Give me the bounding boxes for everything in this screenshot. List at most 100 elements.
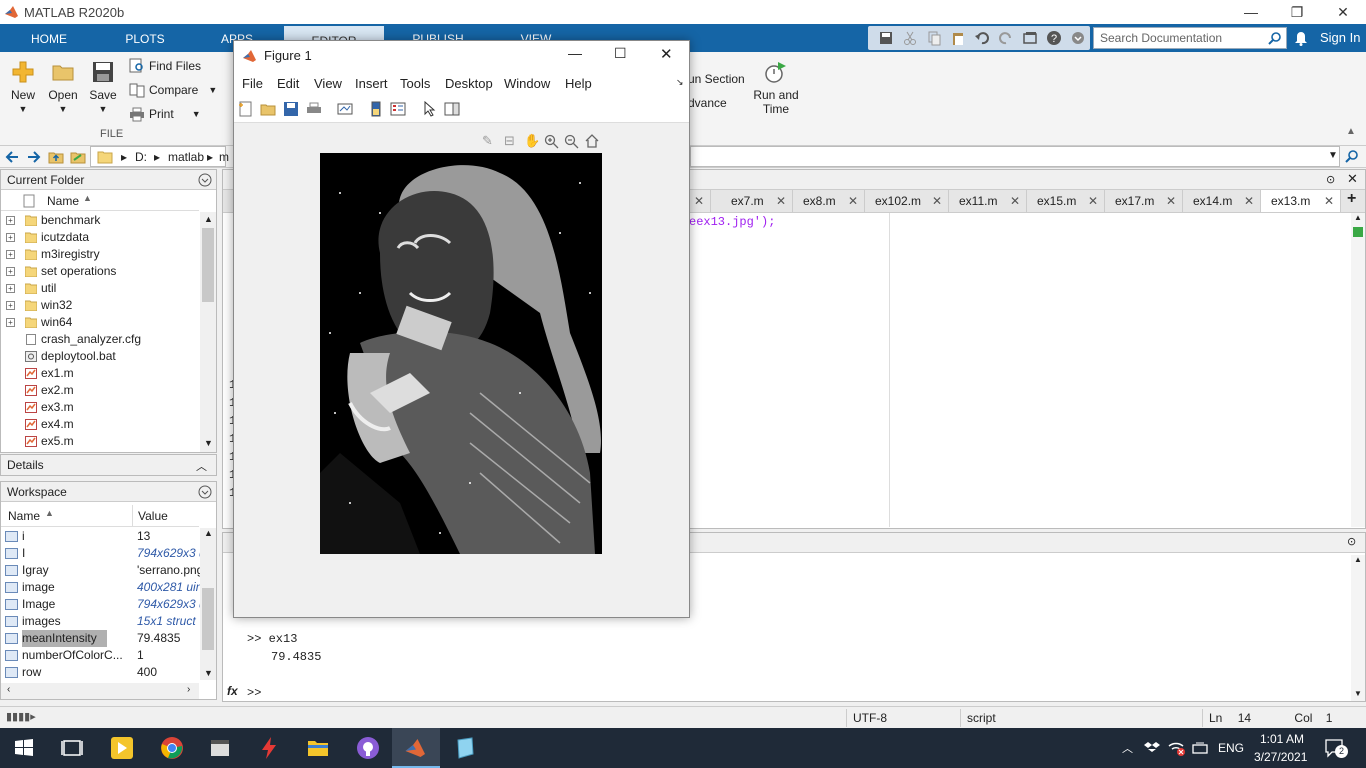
network-disconnected-icon[interactable] [1168,740,1186,756]
close-tab-icon[interactable]: ✕ [694,190,704,212]
scroll-up-icon[interactable]: ▲ [1354,555,1362,564]
tab-ex102[interactable]: ex102.m ✕ [865,190,949,212]
paste-icon[interactable] [950,30,966,46]
folder-list-item[interactable]: + set operations [1,263,199,280]
restore-button[interactable]: ❐ [1274,0,1320,24]
minimize-button[interactable]: — [1228,0,1274,24]
brush-icon[interactable]: ✎ [482,133,493,149]
link-plot-icon[interactable] [337,101,353,117]
expand-icon[interactable]: + [6,284,15,293]
command-scrollbar[interactable]: ▲ ▼ [1351,555,1365,701]
property-editor-icon[interactable] [444,101,460,117]
copy-icon[interactable] [926,30,942,46]
workspace-variable-row[interactable]: I 794x629x3 u [1,545,201,562]
arrow-pointer-icon[interactable] [422,101,438,117]
workspace-variable-row[interactable]: images 15x1 struct [1,613,199,630]
close-tab-icon[interactable]: ✕ [776,190,786,212]
code-line-fragment[interactable]: eex13.jpg'); [689,215,775,229]
flash-app-icon[interactable] [257,736,281,760]
pan-hand-icon[interactable]: ✋ [524,133,540,149]
menu-help[interactable]: Help [565,76,592,91]
status-grip-icon[interactable]: ▮▮▮▮▸ [6,710,36,723]
workspace-variable-row[interactable]: Igray 'serrano.png [1,562,201,579]
chevron-up-icon[interactable]: ︿ [1122,740,1133,756]
search-icon[interactable] [1268,31,1282,45]
compare-button[interactable]: Compare ▼ [129,82,217,98]
tab-ex7[interactable]: ex7.m ✕ [721,190,793,212]
file-explorer-icon[interactable] [306,736,330,760]
close-tab-icon[interactable]: ✕ [1010,190,1020,212]
panel-menu-icon[interactable]: ⊙ [1347,535,1356,548]
figure-close-button[interactable]: ✕ [660,45,673,63]
workspace-variable-row[interactable]: numberOfColorC... 1 [1,647,199,664]
insert-colorbar-icon[interactable] [368,101,384,117]
clock-date[interactable]: 3/27/2021 [1254,750,1307,764]
undo-icon[interactable] [974,30,990,46]
path-folder[interactable]: matlab [168,150,204,164]
scroll-down-icon[interactable]: ▼ [204,668,213,678]
clock-time[interactable]: 1:01 AM [1260,732,1304,746]
folder-list-item[interactable]: ex5.m [1,433,199,450]
scroll-up-icon[interactable]: ▲ [204,528,213,538]
details-panel[interactable]: Details ︿ [0,454,217,476]
scroll-down-icon[interactable]: ▼ [204,438,213,448]
data-tips-icon[interactable]: ⊟ [504,133,515,149]
close-tab-icon[interactable]: ✕ [1244,190,1254,212]
expand-icon[interactable]: + [6,301,15,310]
notepad-app-icon[interactable] [453,736,477,760]
folder-list-item[interactable]: crash_analyzer.cfg [1,331,199,348]
open-file-icon[interactable] [260,101,276,117]
panel-menu-icon[interactable] [198,173,212,187]
folder-list-item[interactable]: + win64 [1,314,199,331]
folder-list-item[interactable]: ex4.m [1,416,199,433]
search-documentation-input[interactable]: Search Documentation [1093,27,1287,49]
figure-window[interactable]: Figure 1 — ☐ ✕ File Edit View Insert Too… [233,40,690,618]
workspace-hscrollbar[interactable]: ‹ › [1,683,199,699]
search-folder-icon[interactable] [1344,149,1360,165]
tab-hidden[interactable]: ✕ [691,190,711,212]
folder-list-item[interactable]: + m3iregistry [1,246,199,263]
task-view-icon[interactable] [60,736,84,760]
fx-icon[interactable]: fx [227,684,238,698]
tab-ex11[interactable]: ex11.m ✕ [949,190,1027,212]
menu-window[interactable]: Window [504,76,550,91]
scroll-up-icon[interactable]: ▲ [1354,213,1362,222]
switch-windows-icon[interactable] [1022,30,1038,46]
scroll-right-icon[interactable]: › [187,684,190,695]
save-figure-icon[interactable] [283,101,299,117]
tab-ex8[interactable]: ex8.m ✕ [793,190,865,212]
panel-menu-icon[interactable]: ⊙ [1326,173,1335,186]
find-files-button[interactable]: Find Files [129,58,201,74]
chevron-down-icon[interactable] [1070,30,1086,46]
close-tab-icon[interactable]: ✕ [1088,190,1098,212]
tab-ex14[interactable]: ex14.m ✕ [1183,190,1261,212]
zoom-in-icon[interactable] [544,134,559,149]
folder-list-item[interactable]: ex3.m [1,399,199,416]
new-button[interactable]: New ▼ [6,60,40,114]
folder-list-item[interactable]: ex2.m [1,382,199,399]
run-and-time-button[interactable]: Run and Time [748,60,804,116]
speaker-icon[interactable] [1192,740,1208,756]
workspace-scrollbar[interactable]: ▲ ▼ [200,528,216,680]
workspace-variable-row[interactable]: image 400x281 uin [1,579,201,596]
folder-list-item[interactable]: + icutzdata [1,229,199,246]
home-restore-icon[interactable] [584,133,600,149]
folder-list-item[interactable]: + win32 [1,297,199,314]
close-tab-icon[interactable]: ✕ [932,190,942,212]
folder-list-item[interactable]: + util [1,280,199,297]
workspace-variable-row[interactable]: i 13 [1,528,199,545]
menu-tools[interactable]: Tools [400,76,430,91]
expand-icon[interactable]: + [6,233,15,242]
column-divider[interactable] [132,505,133,527]
workspace-variable-row[interactable]: Image 794x629x3 u [1,596,201,613]
tab-ex13[interactable]: ex13.m ✕ [1261,190,1341,212]
save-icon[interactable] [878,30,894,46]
advance-label[interactable]: dvance [688,96,727,110]
help-icon[interactable]: ? [1046,30,1062,46]
back-icon[interactable] [4,149,20,165]
dock-arrow-icon[interactable]: ↘ [676,77,684,88]
editor-scrollbar[interactable]: ▲ [1351,213,1365,527]
redo-icon[interactable] [998,30,1014,46]
video-editor-icon[interactable] [208,736,232,760]
chevron-up-icon[interactable]: ︿ [196,458,207,474]
